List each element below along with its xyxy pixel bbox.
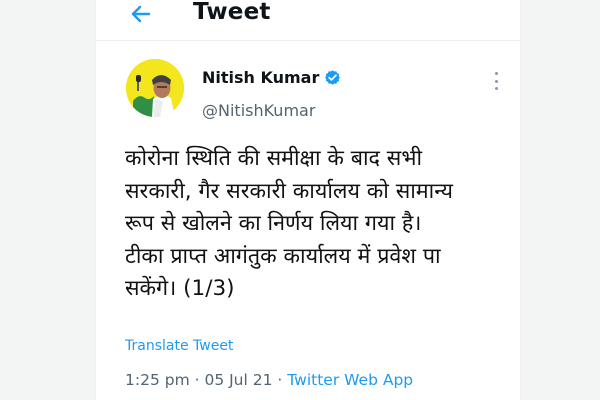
translate-tweet-link[interactable]: Translate Tweet <box>125 338 233 354</box>
author-handle[interactable]: @NitishKumar <box>202 101 315 120</box>
more-options-dot <box>494 87 498 90</box>
tweet-text-line: टीका प्राप्त आगंतुक कार्यालय में प्रवेश … <box>125 243 441 269</box>
more-options-dot <box>494 79 498 83</box>
tweet-metadata: 1:25 pm · 05 Jul 21 · Twitter Web App <box>125 371 413 389</box>
tweet-text-line: सकेंगे। (1/3) <box>125 276 235 301</box>
author-name-row: Nitish Kumar <box>202 68 341 87</box>
back-button[interactable] <box>130 3 152 25</box>
tweet-source-link[interactable]: Twitter Web App <box>287 371 413 389</box>
tweet-detail-card: Tweet Nitish Kumar @NitishKumar कोरोना स… <box>96 0 520 400</box>
avatar[interactable] <box>126 59 184 117</box>
page-title: Tweet <box>193 0 271 25</box>
profile-photo <box>126 59 184 117</box>
tweet-text-line: कोरोना स्थिति की समीक्षा के बाद सभी <box>125 146 423 171</box>
screenshot-frame: Tweet Nitish Kumar @NitishKumar कोरोना स… <box>0 0 600 400</box>
meta-separator: · <box>189 371 205 389</box>
tweet-time[interactable]: 1:25 pm <box>125 371 190 389</box>
tweet-text-line: रूप से खोलने का निर्णय लिया गया है। <box>125 211 422 236</box>
tweet-text: कोरोना स्थिति की समीक्षा के बाद सभी सरका… <box>125 143 495 306</box>
meta-separator: · <box>272 371 288 389</box>
more-options-icon <box>494 72 498 75</box>
tweet-text-line: सरकारी, गैर सरकारी कार्यालय को सामान्य <box>125 178 454 204</box>
left-margin <box>0 0 96 400</box>
back-arrow-icon <box>131 5 151 23</box>
tweet-date[interactable]: 05 Jul 21 <box>204 371 272 389</box>
verified-badge-icon <box>324 69 341 86</box>
author-name[interactable]: Nitish Kumar <box>202 68 319 87</box>
top-navigation-bar: Tweet <box>96 0 520 41</box>
more-options-button[interactable] <box>490 72 502 90</box>
